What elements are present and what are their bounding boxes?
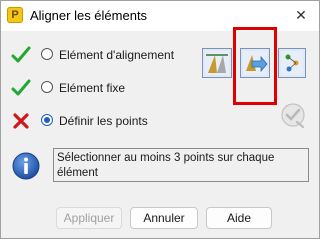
info-icon xyxy=(12,152,40,180)
option-alignment-element[interactable]: Elément d'alignement xyxy=(11,45,211,65)
cancel-button[interactable]: Annuler xyxy=(130,207,198,229)
align-method-1-icon[interactable] xyxy=(202,48,232,78)
option-label: Elément fixe xyxy=(59,81,126,95)
cross-icon xyxy=(13,113,29,129)
help-button[interactable]: Aide xyxy=(206,207,272,229)
instruction-message: Sélectionner au moins 3 points sur chaqu… xyxy=(53,148,309,182)
radio-alignment-element[interactable] xyxy=(41,48,53,60)
align-elements-dialog: P Aligner les éléments ✕ Elément d'align… xyxy=(0,0,320,239)
app-logo-icon: P xyxy=(7,7,23,23)
close-icon[interactable]: ✕ xyxy=(291,5,311,25)
option-define-points[interactable]: Définir les points xyxy=(11,111,211,131)
radio-fixed-element[interactable] xyxy=(41,81,53,93)
radio-define-points[interactable] xyxy=(41,114,53,126)
align-method-3-icon[interactable] xyxy=(278,48,306,78)
validate-icon[interactable] xyxy=(279,101,307,129)
check-icon xyxy=(11,46,31,63)
option-label: Définir les points xyxy=(59,114,148,128)
check-icon xyxy=(11,79,31,96)
window-title: Aligner les éléments xyxy=(30,8,148,23)
option-label: Elément d'alignement xyxy=(59,48,175,62)
apply-button[interactable]: Appliquer xyxy=(56,207,122,229)
option-fixed-element[interactable]: Elément fixe xyxy=(11,78,211,98)
highlight-frame xyxy=(233,27,277,105)
